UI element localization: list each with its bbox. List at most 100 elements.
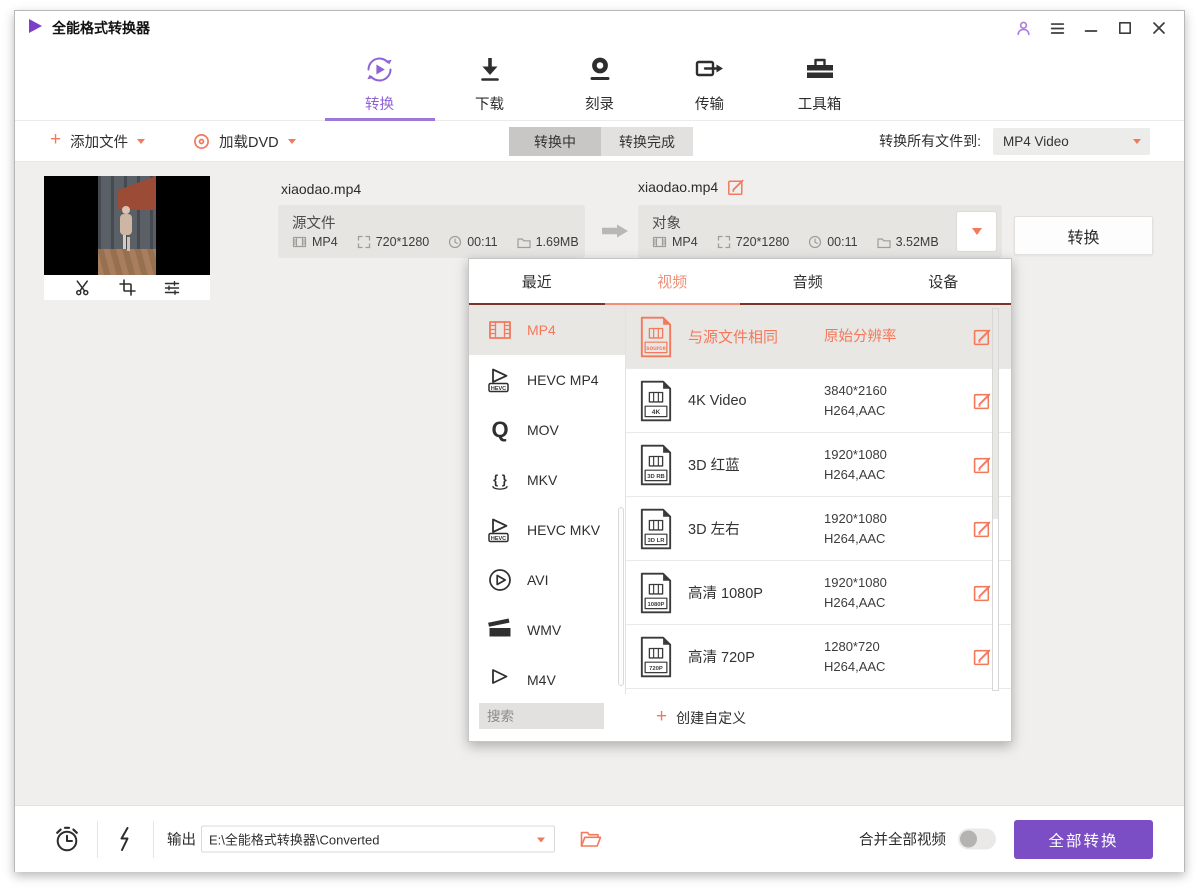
maximize-icon[interactable] bbox=[1116, 19, 1134, 37]
convert-all-button[interactable]: 全部转换 bbox=[1014, 820, 1153, 859]
preset-row-same-as-source[interactable]: source 与源文件相同 原始分辨率 bbox=[626, 305, 1011, 369]
popup-tab-video[interactable]: 视频 bbox=[605, 259, 741, 303]
rename-edit-icon[interactable] bbox=[727, 178, 745, 196]
format-item-hevc-mp4[interactable]: HEVC HEVC MP4 bbox=[469, 355, 625, 405]
svg-text:HEVC: HEVC bbox=[491, 536, 506, 542]
add-file-button[interactable]: + 添加文件 bbox=[50, 121, 145, 161]
format-label: HEVC MKV bbox=[527, 522, 600, 538]
divider bbox=[153, 821, 154, 858]
preset-list-scrollbar[interactable] bbox=[992, 308, 999, 691]
tab-burn[interactable]: 刻录 bbox=[545, 41, 655, 120]
output-label: 输出 bbox=[167, 829, 196, 850]
tab-transfer[interactable]: 传输 bbox=[655, 41, 765, 120]
file-format-icon: 4K bbox=[639, 380, 673, 422]
edit-preset-icon[interactable] bbox=[973, 455, 992, 474]
target-info-panel: 对象 MP4 720*1280 00:11 3.52MB bbox=[638, 205, 1002, 258]
edit-preset-icon[interactable] bbox=[973, 519, 992, 538]
popup-tab-recent[interactable]: 最近 bbox=[469, 259, 605, 303]
adjust-sliders-icon[interactable] bbox=[163, 280, 181, 296]
format-label: AVI bbox=[527, 572, 549, 588]
preset-resolution: 1920*1080 bbox=[824, 445, 887, 465]
tab-download[interactable]: 下载 bbox=[435, 41, 545, 120]
resolution-info: 720*1280 bbox=[717, 235, 790, 249]
svg-text:3D RB: 3D RB bbox=[647, 474, 665, 480]
convert-button[interactable]: 转换 bbox=[1014, 216, 1153, 255]
format-info: MP4 bbox=[292, 235, 338, 249]
tab-finished[interactable]: 转换完成 bbox=[601, 127, 693, 156]
clock-icon bbox=[448, 235, 462, 249]
output-path-input[interactable] bbox=[202, 827, 554, 852]
format-label: MKV bbox=[527, 472, 557, 488]
open-folder-icon[interactable] bbox=[580, 830, 602, 849]
format-info: MP4 bbox=[652, 235, 698, 249]
tab-convert[interactable]: 转换 bbox=[325, 41, 435, 120]
target-format-dropdown-button[interactable] bbox=[956, 211, 997, 252]
merge-toggle[interactable] bbox=[958, 829, 996, 850]
format-item-mkv[interactable]: { } MKV bbox=[469, 455, 625, 505]
circled-play-icon bbox=[486, 566, 514, 594]
video-thumbnail[interactable] bbox=[44, 176, 210, 275]
format-item-mov[interactable]: Q MOV bbox=[469, 405, 625, 455]
create-custom-button[interactable]: + 创建自定义 bbox=[656, 694, 746, 741]
menu-icon[interactable] bbox=[1048, 19, 1066, 37]
output-format-dropdown[interactable]: MP4 Video bbox=[993, 128, 1150, 155]
format-item-hevc-mkv[interactable]: HEVC HEVC MKV bbox=[469, 505, 625, 555]
edit-preset-icon[interactable] bbox=[973, 327, 992, 346]
edit-preset-icon[interactable] bbox=[973, 583, 992, 602]
format-item-m4v[interactable]: M4V bbox=[469, 655, 625, 694]
format-label: MP4 bbox=[527, 322, 556, 338]
output-format-value: MP4 Video bbox=[1003, 134, 1069, 149]
format-item-wmv[interactable]: WMV bbox=[469, 605, 625, 655]
load-dvd-button[interactable]: 加载DVD bbox=[193, 121, 296, 161]
close-icon[interactable] bbox=[1150, 19, 1168, 37]
minimize-icon[interactable] bbox=[1082, 19, 1100, 37]
target-panel-title: 对象 bbox=[652, 212, 681, 233]
edit-preset-icon[interactable] bbox=[973, 391, 992, 410]
source-file-name: xiaodao.mp4 bbox=[281, 181, 361, 197]
high-speed-lightning-icon[interactable] bbox=[114, 826, 136, 852]
format-item-mp4[interactable]: MP4 bbox=[469, 305, 625, 355]
size-info: 3.52MB bbox=[877, 235, 939, 249]
format-item-avi[interactable]: AVI bbox=[469, 555, 625, 605]
person-figure bbox=[119, 206, 133, 250]
file-format-icon: 3D LR bbox=[639, 508, 673, 550]
chevron-down-icon bbox=[537, 838, 545, 843]
preset-row-3d-redblue[interactable]: 3D RB 3D 红蓝 1920*1080 H264,AAC bbox=[626, 433, 1011, 497]
format-label: WMV bbox=[527, 622, 561, 638]
app-title: 全能格式转换器 bbox=[52, 18, 150, 38]
preset-row-hd-720p[interactable]: 720P 高清 720P 1280*720 H264,AAC bbox=[626, 625, 1011, 689]
format-picker-popup: 最近 视频 音频 设备 MP4 HEVC bbox=[468, 258, 1012, 742]
file-format-icon: 720P bbox=[639, 636, 673, 678]
toolbar: + 添加文件 加载DVD 转换中 转换完成 转换所有文件到: MP4 Video bbox=[15, 121, 1184, 162]
format-list: MP4 HEVC HEVC MP4 Q MOV bbox=[469, 305, 626, 694]
convert-status-tabs: 转换中 转换完成 bbox=[509, 127, 693, 156]
folder-icon bbox=[877, 236, 891, 249]
output-path-dropdown[interactable] bbox=[201, 826, 555, 853]
preset-row-hd-1080p[interactable]: 1080P 高清 1080P 1920*1080 H264,AAC bbox=[626, 561, 1011, 625]
expand-corners-icon bbox=[357, 235, 371, 249]
source-info-panel: 源文件 MP4 720*1280 00:11 1.69MB bbox=[278, 205, 585, 258]
crop-icon[interactable] bbox=[119, 279, 136, 296]
svg-text:source: source bbox=[646, 346, 666, 352]
format-list-scrollbar[interactable] bbox=[618, 507, 624, 686]
preset-row-3d-leftright[interactable]: 3D LR 3D 左右 1920*1080 H264,AAC bbox=[626, 497, 1011, 561]
edit-preset-icon[interactable] bbox=[973, 647, 992, 666]
popup-tab-device[interactable]: 设备 bbox=[876, 259, 1012, 303]
popup-tab-audio[interactable]: 音频 bbox=[740, 259, 876, 303]
tab-toolbox[interactable]: 工具箱 bbox=[765, 41, 875, 120]
preset-codec: H264,AAC bbox=[824, 465, 887, 485]
preset-codec: H264,AAC bbox=[824, 657, 885, 677]
chevron-down-icon bbox=[288, 139, 296, 144]
preset-row-4k[interactable]: 4K 4K Video 3840*2160 H264,AAC bbox=[626, 369, 1011, 433]
search-input[interactable] bbox=[479, 703, 604, 729]
main-nav: 转换 下载 刻录 bbox=[15, 41, 1184, 121]
bottom-bar: 输出 合并全部视频 全部转换 bbox=[15, 805, 1184, 872]
trim-scissors-icon[interactable] bbox=[74, 279, 92, 296]
app-window: 全能格式转换器 bbox=[14, 10, 1185, 872]
tab-convert-label: 转换 bbox=[365, 93, 394, 114]
plus-icon: + bbox=[50, 129, 61, 151]
tab-converting[interactable]: 转换中 bbox=[509, 127, 601, 156]
duration-info: 00:11 bbox=[808, 235, 857, 249]
user-account-icon[interactable] bbox=[1014, 19, 1032, 37]
alarm-clock-icon[interactable] bbox=[53, 825, 81, 853]
